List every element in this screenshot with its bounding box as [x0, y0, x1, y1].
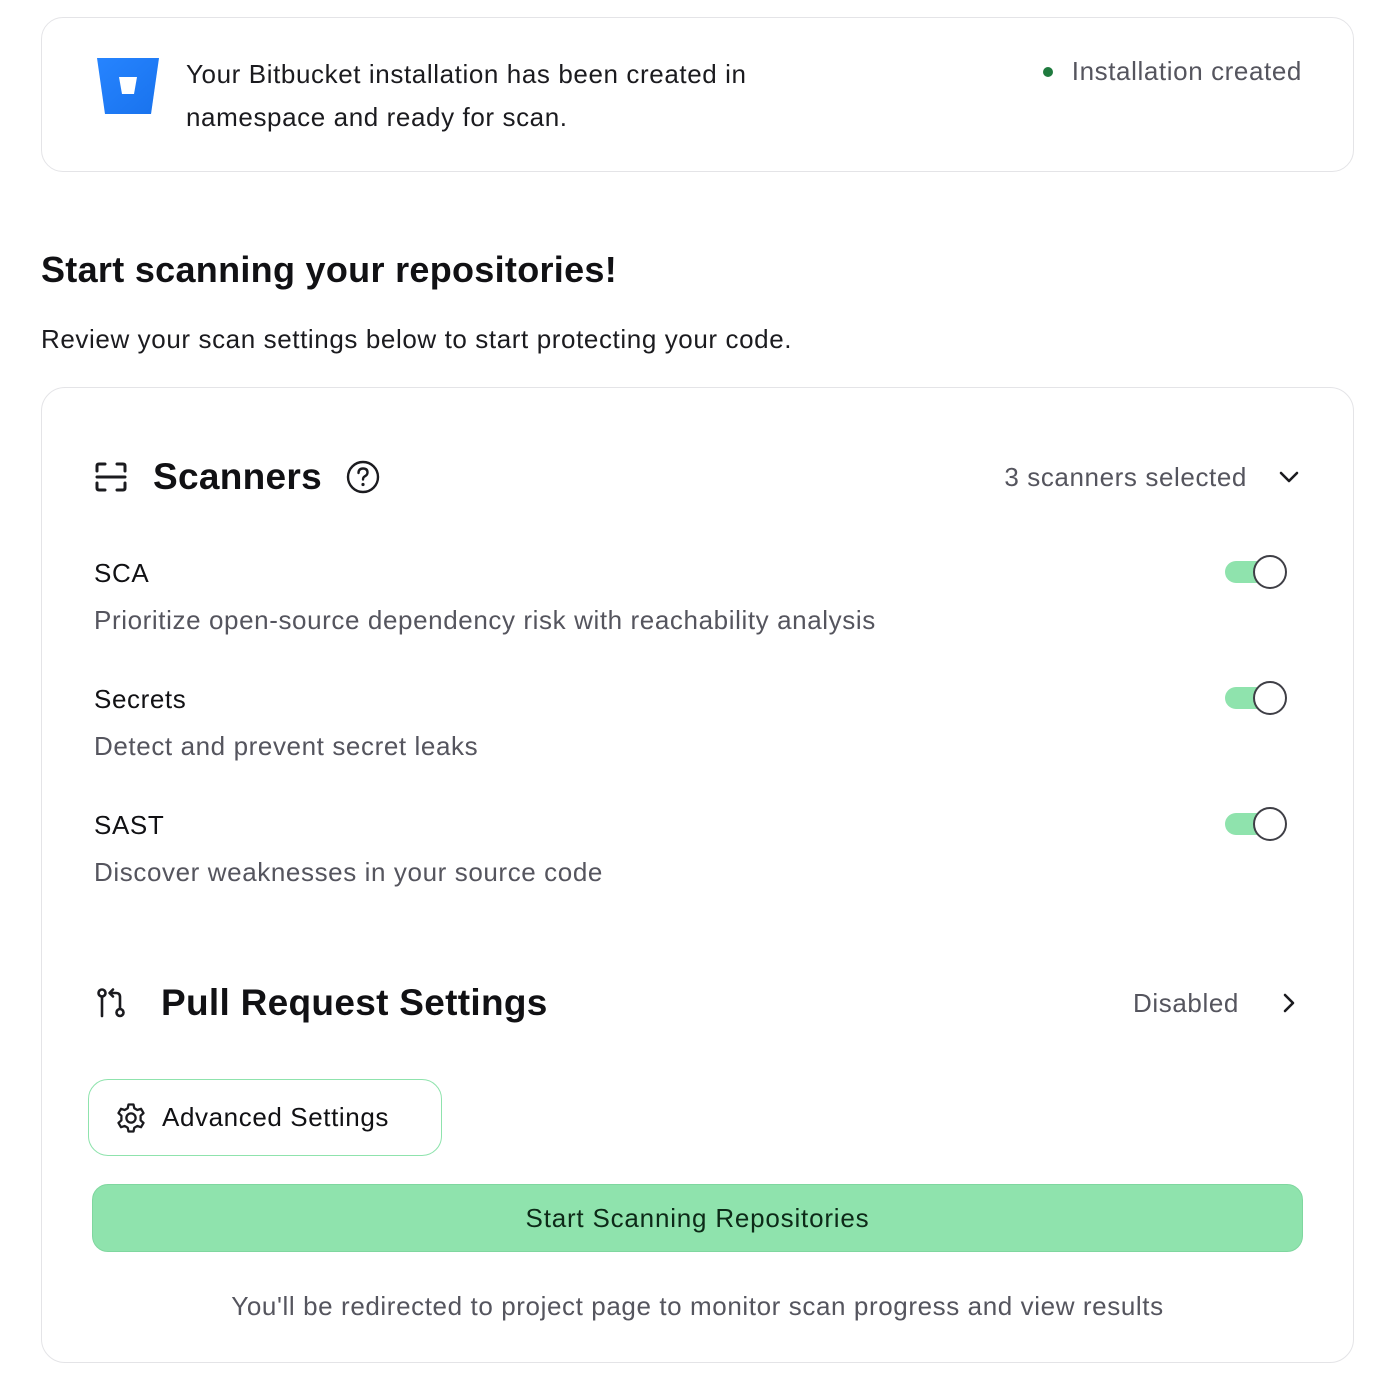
scanner-item-sca: SCA Prioritize open-source dependency ri…	[94, 555, 1301, 658]
start-scanning-button[interactable]: Start Scanning Repositories	[92, 1184, 1303, 1252]
scanner-item-sast: SAST Discover weaknesses in your source …	[94, 807, 1301, 910]
chevron-right-icon	[1283, 993, 1295, 1013]
scanners-title: Scanners	[153, 456, 322, 497]
scanner-item-secrets: Secrets Detect and prevent secret leaks	[94, 681, 1301, 784]
scanners-summary[interactable]: 3 scanners selected	[1004, 462, 1301, 493]
bitbucket-logo-icon	[97, 58, 159, 114]
installation-banner: Your Bitbucket installation has been cre…	[41, 17, 1354, 172]
scanners-header[interactable]: Scanners 3 scanners selected	[94, 456, 1301, 498]
advanced-settings-button[interactable]: Advanced Settings	[88, 1079, 442, 1156]
redirect-note: You'll be redirected to project page to …	[231, 1291, 1164, 1321]
pull-request-settings-header[interactable]: Pull Request Settings Disabled	[94, 982, 1301, 1024]
scan-settings-card: Scanners 3 scanners selected SCA Priorit…	[41, 387, 1354, 1363]
chevron-down-icon	[1279, 471, 1299, 483]
scan-frame-icon	[94, 460, 128, 494]
scanner-name: SAST	[94, 810, 165, 840]
banner-message: Your Bitbucket installation has been cre…	[186, 53, 886, 139]
status-label: Installation created	[1071, 56, 1302, 86]
advanced-settings-label: Advanced Settings	[162, 1102, 390, 1132]
status-dot-icon	[1042, 66, 1053, 77]
scanner-name: Secrets	[94, 684, 187, 714]
pull-request-status-label: Disabled	[1133, 987, 1239, 1018]
banner-message-line2: namespace and ready for scan.	[186, 102, 568, 132]
scanner-name: SCA	[94, 558, 150, 588]
page: Your Bitbucket installation has been cre…	[0, 0, 1390, 1398]
installation-status: Installation created	[1042, 56, 1302, 87]
gear-icon	[117, 1102, 145, 1133]
toggle-knob	[1253, 555, 1287, 589]
scanner-description: Detect and prevent secret leaks	[94, 731, 479, 761]
banner-message-line1: Your Bitbucket installation has been cre…	[186, 59, 747, 89]
page-title: Start scanning your repositories!	[41, 249, 618, 290]
scanner-description: Prioritize open-source dependency risk w…	[94, 605, 876, 635]
scanner-description: Discover weaknesses in your source code	[94, 857, 603, 887]
sca-toggle[interactable]	[1225, 555, 1287, 589]
pull-request-icon	[94, 986, 128, 1020]
sast-toggle[interactable]	[1225, 807, 1287, 841]
question-circle-icon[interactable]	[346, 460, 380, 494]
pull-request-status[interactable]: Disabled	[1133, 988, 1301, 1019]
toggle-knob	[1253, 807, 1287, 841]
pull-request-title: Pull Request Settings	[161, 982, 548, 1023]
toggle-knob	[1253, 681, 1287, 715]
secrets-toggle[interactable]	[1225, 681, 1287, 715]
scanners-summary-label: 3 scanners selected	[1004, 461, 1247, 492]
page-subtitle: Review your scan settings below to start…	[41, 324, 793, 354]
